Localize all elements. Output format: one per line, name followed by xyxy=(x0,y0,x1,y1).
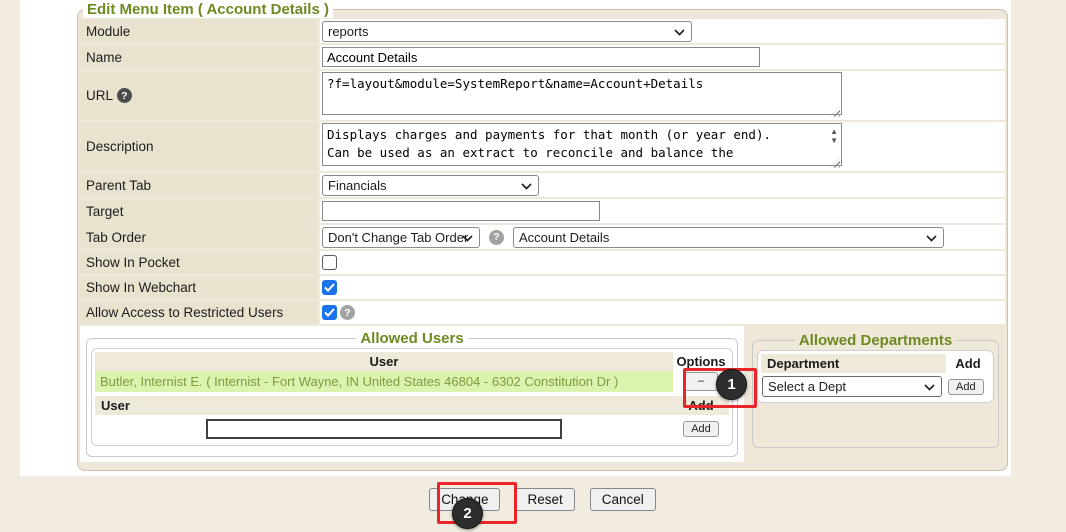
show-in-pocket-row xyxy=(320,251,1005,274)
description-row: Displays charges and payments for that m… xyxy=(320,122,1005,171)
add-department-button[interactable]: Add xyxy=(948,379,984,395)
allowed-departments-cell: Allowed Departments Department Add Selec… xyxy=(746,326,1005,462)
module-label: Module xyxy=(80,19,318,43)
url-textarea-wrap: ?f=layout&module=SystemReport&name=Accou… xyxy=(322,72,842,120)
module-row: reports xyxy=(320,19,1005,43)
target-input[interactable] xyxy=(322,201,600,221)
url-label: URL xyxy=(86,88,113,103)
allow-restricted-help-icon[interactable]: ? xyxy=(340,305,355,320)
add-user-button[interactable]: Add xyxy=(683,421,719,437)
description-label: Description xyxy=(80,122,318,171)
departments-header-row: Department Add xyxy=(761,354,990,373)
reset-button[interactable]: Reset xyxy=(515,488,574,511)
user-row-text: Butler, Internist E. ( Internist - Fort … xyxy=(95,371,673,392)
add-user-row: Add xyxy=(95,415,729,442)
allowed-users-title: Allowed Users xyxy=(356,330,467,347)
user-table-row: Butler, Internist E. ( Internist - Fort … xyxy=(95,371,729,392)
check-icon xyxy=(324,283,335,292)
tab-order-row: Don't Change Tab Order ? Account Details xyxy=(320,225,1005,249)
show-in-webchart-checkbox[interactable] xyxy=(322,280,337,295)
allow-restricted-checkbox[interactable] xyxy=(322,305,337,320)
add-user-header-row: User Add xyxy=(95,396,729,415)
chevron-down-icon xyxy=(674,29,685,36)
url-textarea[interactable]: ?f=layout&module=SystemReport&name=Accou… xyxy=(322,72,842,115)
permissions-row: Allowed Users User Options Butler, Inter… xyxy=(80,326,1005,462)
allowed-departments-title: Allowed Departments xyxy=(795,332,956,349)
annotation-badge-step1: 1 xyxy=(716,369,747,400)
allowed-departments-fieldset: Allowed Departments Department Add Selec… xyxy=(752,332,999,448)
dept-add-column-header: Add xyxy=(946,354,990,373)
tab-order-help-icon[interactable]: ? xyxy=(489,230,504,245)
tab-order-label: Tab Order xyxy=(80,225,318,249)
parent-tab-select[interactable]: Financials xyxy=(322,175,539,196)
description-textarea-wrap: Displays charges and payments for that m… xyxy=(322,123,842,171)
parent-tab-row: Financials xyxy=(320,173,1005,197)
department-select-value: Select a Dept xyxy=(768,379,846,394)
allowed-users-bubble: User Options Butler, Internist E. ( Inte… xyxy=(91,348,733,446)
show-in-pocket-checkbox[interactable] xyxy=(322,255,337,270)
tab-order-item-value: Account Details xyxy=(519,230,609,245)
tab-order-item-select[interactable]: Account Details xyxy=(513,227,944,248)
allowed-users-cell: Allowed Users User Options Butler, Inter… xyxy=(80,326,744,462)
department-select[interactable]: Select a Dept xyxy=(762,376,942,397)
annotation-badge-step2: 2 xyxy=(452,498,483,529)
add-user-input-cell xyxy=(95,415,673,442)
edit-menu-item-form: Edit Menu Item ( Account Details ) Modul… xyxy=(77,1,1008,471)
add-user-button-cell: Add xyxy=(673,415,729,442)
form-title: Edit Menu Item ( Account Details ) xyxy=(83,1,333,18)
chevron-down-icon xyxy=(521,183,532,190)
users-header-row: User Options xyxy=(95,352,729,371)
show-in-pocket-label: Show In Pocket xyxy=(80,251,318,274)
scroll-down-icon[interactable]: ▼ xyxy=(830,136,838,145)
description-textarea[interactable]: Displays charges and payments for that m… xyxy=(322,123,842,166)
module-select[interactable]: reports xyxy=(322,21,692,42)
add-user-column-header: User xyxy=(95,396,673,415)
allowed-users-fieldset: Allowed Users User Options Butler, Inter… xyxy=(86,330,738,457)
chevron-down-icon xyxy=(462,235,473,242)
allow-restricted-row: ? xyxy=(320,301,1005,324)
name-row xyxy=(320,45,1005,69)
cancel-button[interactable]: Cancel xyxy=(590,488,656,511)
url-label-cell: URL ? xyxy=(80,71,318,120)
url-row: ?f=layout&module=SystemReport&name=Accou… xyxy=(320,71,1005,120)
target-label: Target xyxy=(80,199,318,223)
show-in-webchart-label: Show In Webchart xyxy=(80,276,318,299)
tab-order-select-value: Don't Change Tab Order xyxy=(328,230,468,245)
department-column-header: Department xyxy=(761,354,946,373)
tab-order-select[interactable]: Don't Change Tab Order xyxy=(322,227,480,248)
user-column-header: User xyxy=(95,352,673,371)
add-user-input[interactable] xyxy=(206,419,562,439)
chevron-down-icon xyxy=(926,235,937,242)
action-button-bar: Change Reset Cancel xyxy=(77,488,1008,511)
name-label: Name xyxy=(80,45,318,69)
show-in-webchart-row xyxy=(320,276,1005,299)
scrollbar-arrows[interactable]: ▲▼ xyxy=(830,127,838,145)
parent-tab-select-value: Financials xyxy=(328,178,387,193)
scroll-up-icon[interactable]: ▲ xyxy=(830,127,838,136)
allowed-departments-bubble: Department Add Select a Dept Add xyxy=(757,350,994,403)
form-grid: Module reports Name URL ? ?f=layout&modu… xyxy=(80,19,1005,462)
allow-restricted-label: Allow Access to Restricted Users xyxy=(80,301,318,324)
module-select-value: reports xyxy=(328,24,368,39)
parent-tab-label: Parent Tab xyxy=(80,173,318,197)
check-icon xyxy=(324,308,335,317)
url-help-icon[interactable]: ? xyxy=(117,88,132,103)
name-input[interactable] xyxy=(322,47,760,67)
add-department-row: Select a Dept Add xyxy=(761,373,990,399)
target-row xyxy=(320,199,1005,223)
chevron-down-icon xyxy=(924,384,935,391)
